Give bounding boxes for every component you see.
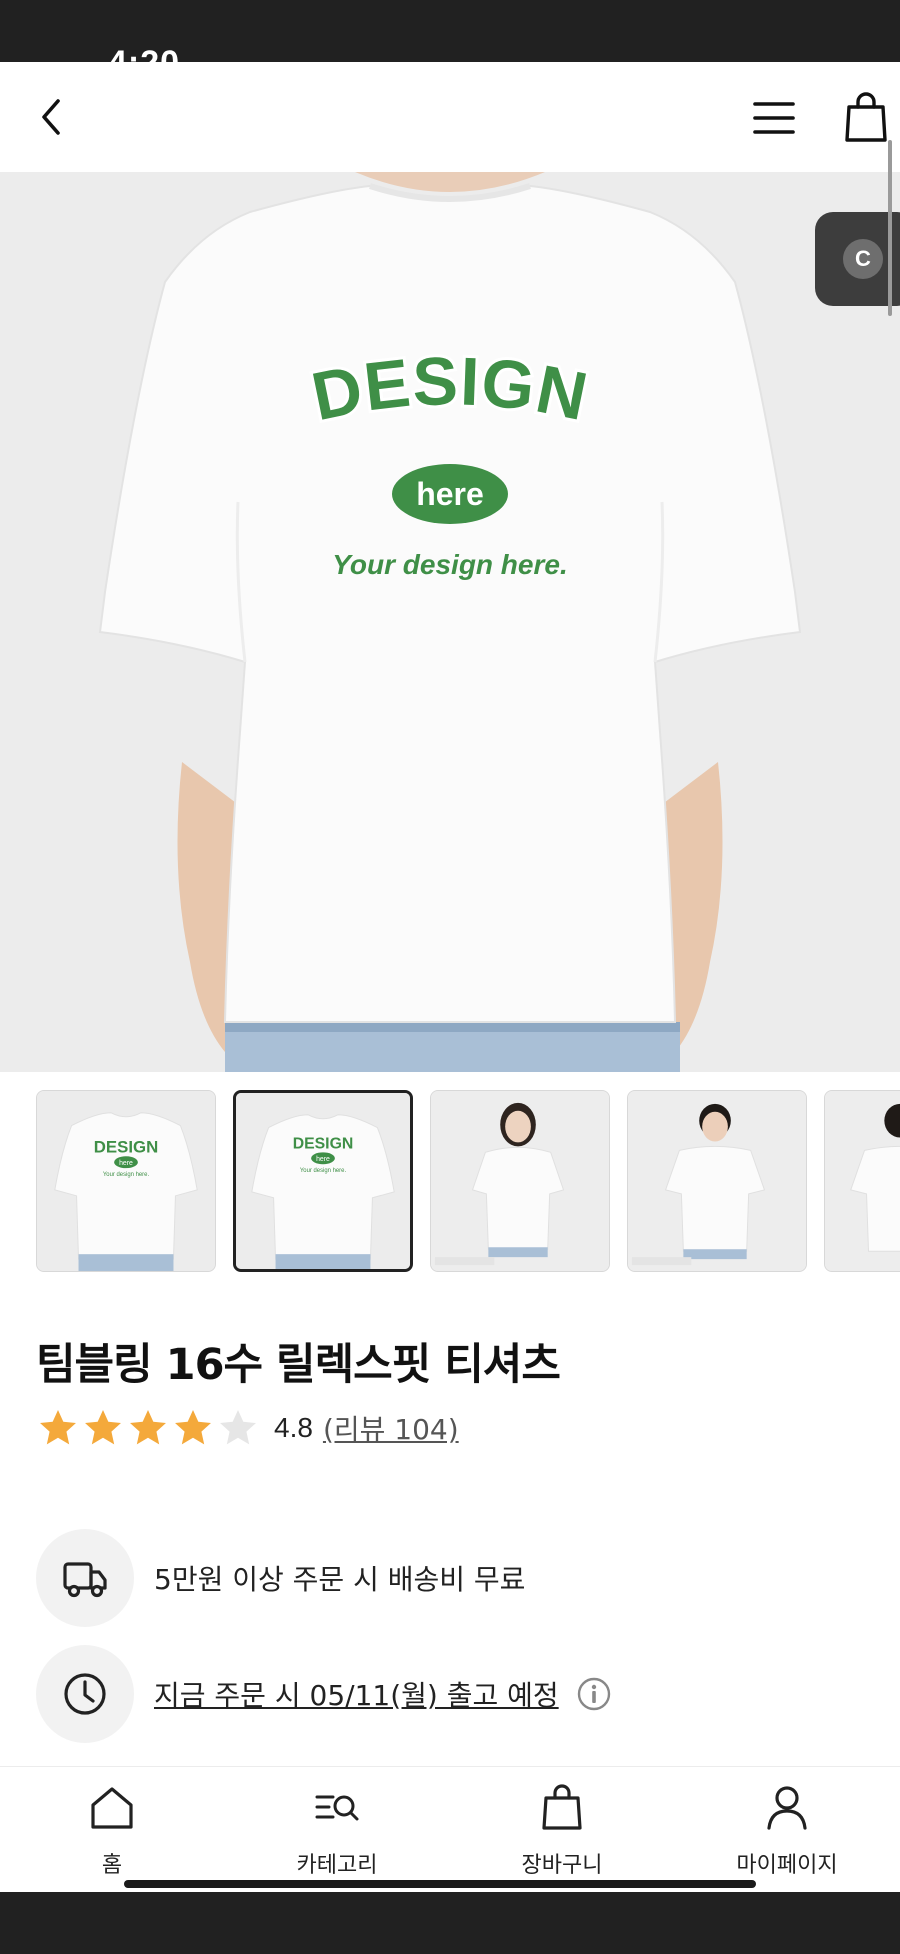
back-button[interactable] (24, 84, 78, 150)
thumbnail-1[interactable]: DESIGN here Your design here. (36, 1090, 216, 1272)
star-filled-icon (40, 1410, 76, 1445)
user-icon (767, 1786, 807, 1830)
nav-category[interactable]: 카테고리 (247, 1781, 427, 1891)
product-title: 팀블링 16수 릴렉스핏 티셔츠 (36, 1340, 561, 1390)
shipping-icon-circle (36, 1529, 134, 1627)
review-count-link[interactable]: (리뷰 104) (323, 1408, 459, 1448)
clock-icon (64, 1673, 106, 1715)
nav-category-label: 카테고리 (296, 1853, 378, 1878)
thumbnail-back-print-image: DESIGN here Your design here. (236, 1093, 410, 1269)
thumbnail-1-print-badge: here (119, 1160, 133, 1167)
thumbnail-strip: DESIGN here Your design here. DESIGN her… (0, 1072, 900, 1282)
star-empty-icon (220, 1410, 256, 1445)
thumbnail-male-model-image (628, 1091, 806, 1271)
thumbnail-2-selected[interactable]: DESIGN here Your design here. (233, 1090, 413, 1272)
thumbnail-partial-model-image (825, 1091, 900, 1271)
dispatch-info-link[interactable]: 지금 주문 시 05/11(월) 출고 예정 (154, 1674, 559, 1714)
status-time: 4:20 (108, 44, 180, 62)
hamburger-menu-icon (753, 102, 795, 134)
home-indicator (124, 1880, 756, 1888)
product-main-image[interactable]: DESIGN here Your design here. (0, 172, 900, 1072)
tshirt-back-illustration: DESIGN here Your design here. (0, 172, 900, 1072)
scroll-indicator (888, 140, 892, 316)
chevron-left-icon (42, 99, 60, 135)
system-bottom-bar (0, 1892, 900, 1954)
dispatch-info-row: 지금 주문 시 05/11(월) 출고 예정 (36, 1644, 876, 1744)
info-circle-icon[interactable] (577, 1677, 611, 1711)
thumbnail-female-model-image (431, 1091, 609, 1271)
shopping-bag-icon (542, 1784, 582, 1830)
nav-cart-label: 장바구니 (521, 1853, 603, 1878)
nav-mypage-label: 마이페이지 (736, 1853, 838, 1878)
nav-cart[interactable]: 장바구니 (472, 1781, 652, 1891)
thumbnail-2-print-badge: here (316, 1156, 330, 1163)
nav-home[interactable]: 홈 (22, 1781, 202, 1891)
nav-home-label: 홈 (101, 1853, 123, 1878)
star-filled-icon (85, 1410, 121, 1445)
category-search-icon (315, 1795, 359, 1821)
rating-value: 4.8 (274, 1412, 313, 1443)
hero-print-badge: here (416, 476, 484, 512)
product-rating: 4.8 (리뷰 104) (36, 1400, 459, 1456)
home-icon (91, 1787, 133, 1829)
hero-print-tagline: Your design here. (332, 549, 567, 580)
menu-button[interactable] (748, 88, 800, 148)
dispatch-icon-circle (36, 1645, 134, 1743)
shopping-bag-icon (845, 92, 887, 142)
shipping-info-row: 5만원 이상 주문 시 배송비 무료 (36, 1528, 876, 1628)
bottom-navigation: 홈 카테고리 장바구니 마이페이지 (0, 1766, 900, 1892)
thumbnail-2-print-title: DESIGN (293, 1135, 354, 1152)
top-header (0, 62, 900, 172)
chat-button-label: C (843, 239, 883, 279)
star-filled-icon (175, 1410, 211, 1445)
shipping-info-text: 5만원 이상 주문 시 배송비 무료 (154, 1563, 526, 1596)
thumbnail-front-print-image: DESIGN here Your design here. (37, 1091, 215, 1271)
thumbnail-3[interactable] (430, 1090, 610, 1272)
thumbnail-4[interactable] (627, 1090, 807, 1272)
nav-mypage[interactable]: 마이페이지 (697, 1781, 877, 1891)
thumbnail-2-print-tagline: Your design here. (300, 1168, 347, 1174)
thumbnail-5[interactable] (824, 1090, 900, 1272)
truck-icon (63, 1562, 107, 1598)
status-bar: 4:20 (0, 0, 900, 62)
thumbnail-1-print-title: DESIGN (94, 1137, 158, 1156)
star-filled-icon (130, 1410, 166, 1445)
star-rating (36, 1406, 260, 1450)
thumbnail-1-print-tagline: Your design here. (103, 1172, 150, 1178)
cart-button[interactable] (838, 84, 894, 150)
